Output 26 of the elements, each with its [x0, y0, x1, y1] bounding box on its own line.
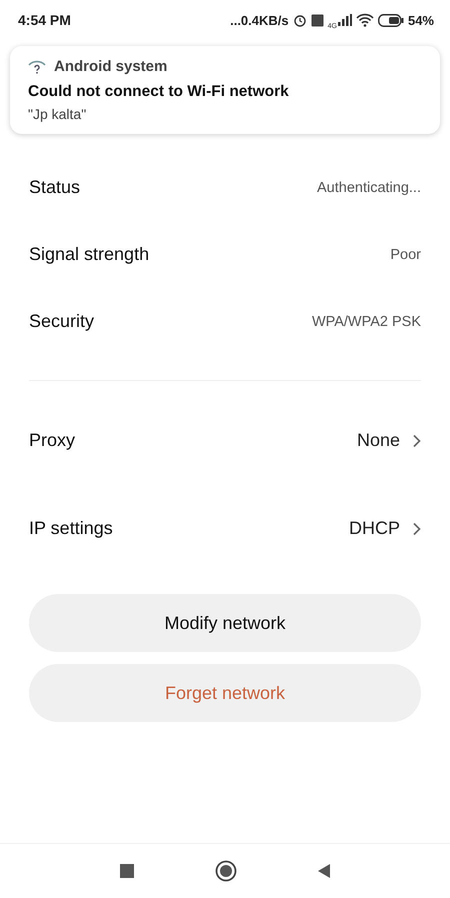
setting-row[interactable]: IP settings DHCP [29, 495, 421, 562]
notification-title: Could not connect to Wi-Fi network [28, 83, 290, 101]
battery-icon [378, 14, 404, 26]
status-time: 4:54 PM [18, 12, 71, 28]
signal-icon [338, 14, 352, 26]
setting-label: Status [29, 177, 82, 198]
alarm-icon [292, 13, 307, 27]
chevron-right-icon [412, 434, 421, 448]
network-speed: ...0.4KB/s [230, 12, 289, 28]
notification-text: "Jp kalta" [28, 106, 88, 122]
action-button[interactable]: Modify network [29, 594, 421, 652]
battery-level: 54% [408, 12, 434, 28]
notification-card[interactable]: Android system Could not connect to Wi-Fi network "Jp kalta" [10, 46, 440, 134]
setting-row[interactable]: Proxy None [29, 407, 421, 474]
setting-label: Security [29, 311, 96, 332]
recents-icon[interactable] [119, 863, 135, 879]
setting-value: WPA/WPA2 PSK [312, 314, 421, 330]
chevron-right-icon [412, 522, 421, 536]
home-icon[interactable] [215, 860, 237, 882]
setting-value: Poor [390, 246, 421, 262]
notification-app-name: Android system [54, 58, 168, 75]
wifi-icon [356, 13, 374, 27]
back-icon[interactable] [317, 863, 331, 879]
setting-value: Authenticating... [317, 180, 421, 196]
wifi-question-icon [28, 60, 46, 74]
setting-label: Signal strength [29, 244, 150, 265]
